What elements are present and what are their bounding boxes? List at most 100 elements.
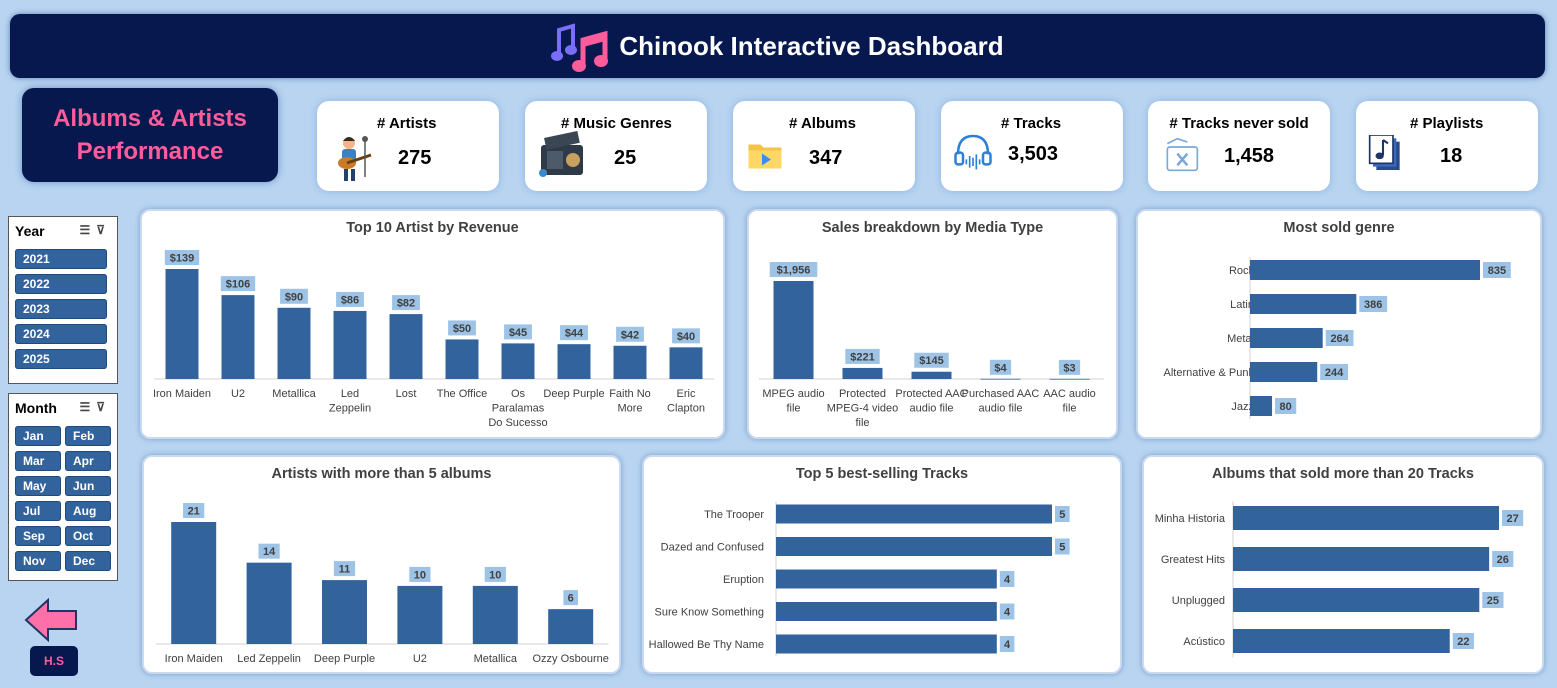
category-label: Protected: [839, 388, 886, 400]
data-label: 22: [1457, 636, 1469, 648]
data-label: 25: [1487, 595, 1499, 607]
category-label: Zeppelin: [329, 403, 371, 415]
data-label: 4: [1004, 639, 1011, 651]
month-dec-button[interactable]: Dec: [65, 551, 111, 571]
category-label: Metallica: [474, 653, 518, 665]
category-label: The Office: [437, 388, 488, 400]
category-label: audio file: [978, 403, 1022, 415]
category-label: Eruption: [723, 574, 764, 586]
month-jul-button[interactable]: Jul: [15, 501, 61, 521]
year-2021-button[interactable]: 2021: [15, 249, 107, 269]
category-label: Faith No: [609, 388, 651, 400]
category-label: file: [855, 417, 869, 429]
kpi-label: # Tracks: [1001, 115, 1062, 132]
media-folder-icon: [748, 144, 782, 169]
category-label: audio file: [909, 403, 953, 415]
playlist-icon: [1368, 135, 1400, 170]
year-2025-button[interactable]: 2025: [15, 349, 107, 369]
dashboard-header: Chinook Interactive Dashboard: [10, 14, 1545, 78]
kpi-tracks: # Tracks 3,503: [941, 101, 1123, 191]
data-label: $139: [170, 253, 194, 265]
month-mar-button[interactable]: Mar: [15, 451, 61, 471]
bar: [776, 569, 997, 589]
bar: [1250, 328, 1323, 348]
category-label: Protected AAC: [895, 388, 967, 400]
bar: [472, 585, 518, 644]
data-label: 5: [1059, 542, 1065, 554]
dashboard-title: Chinook Interactive Dashboard: [619, 30, 1004, 61]
guitar-player-icon: [338, 136, 372, 181]
data-label: 244: [1325, 367, 1344, 379]
data-label: 386: [1364, 299, 1382, 311]
month-nov-button[interactable]: Nov: [15, 551, 61, 571]
data-label: 835: [1488, 265, 1506, 277]
data-label: $50: [453, 323, 471, 335]
data-label: $221: [850, 351, 874, 363]
chart-top10-artists: Top 10 Artist by Revenue $139 Iron Maiden…: [140, 209, 725, 439]
kpi-value: 18: [1440, 145, 1463, 167]
clear-filter-icon[interactable]: ⊽: [96, 223, 111, 237]
chart-tracks-svg: The Trooper 5 Dazed and Confused 5 Eruption 4…: [649, 501, 1070, 657]
bar: [1233, 506, 1499, 530]
category-label: Iron Maiden: [165, 653, 223, 665]
category-label: Metal: [1227, 333, 1254, 345]
multi-select-icon[interactable]: ☰: [79, 400, 96, 414]
data-label: $106: [226, 279, 250, 291]
headphones-icon: [954, 134, 992, 170]
month-aug-button[interactable]: Aug: [65, 501, 111, 521]
year-2024-button[interactable]: 2024: [15, 324, 107, 344]
bar: [613, 345, 647, 379]
no-music-icon: [1166, 137, 1199, 172]
bar: [776, 634, 997, 654]
data-label: $45: [509, 327, 527, 339]
category-label: Clapton: [667, 403, 705, 415]
category-label: Acústico: [1183, 636, 1225, 648]
bar: [246, 562, 292, 644]
data-label: 27: [1506, 513, 1518, 525]
bar: [1233, 547, 1490, 571]
bar: [277, 307, 311, 379]
category-label: Do Sucesso: [488, 417, 547, 429]
category-label: AAC audio: [1043, 388, 1096, 400]
category-label: The Trooper: [704, 509, 764, 521]
data-label: $82: [397, 298, 415, 310]
year-2023-button[interactable]: 2023: [15, 299, 107, 319]
data-label: $1,956: [777, 265, 811, 277]
month-feb-button[interactable]: Feb: [65, 426, 111, 446]
bar: [980, 378, 1021, 380]
back-arrow-icon[interactable]: [24, 598, 78, 642]
category-label: MPEG audio: [762, 388, 824, 400]
kpi-label: # Tracks never sold: [1169, 115, 1309, 132]
month-may-button[interactable]: May: [15, 476, 61, 496]
category-label: Led: [341, 388, 359, 400]
category-label: Ozzy Osbourne: [532, 653, 608, 665]
month-apr-button[interactable]: Apr: [65, 451, 111, 471]
chart-best-selling-tracks: Top 5 best-selling Tracks The Trooper 5 Da…: [642, 455, 1122, 674]
clear-filter-icon[interactable]: ⊽: [96, 400, 111, 414]
bar: [389, 314, 423, 379]
category-label: Dazed and Confused: [661, 542, 764, 554]
radio-icon: [539, 131, 583, 177]
year-2022-button[interactable]: 2022: [15, 274, 107, 294]
month-sep-button[interactable]: Sep: [15, 526, 61, 546]
data-label: $90: [285, 291, 303, 303]
chart-most-sold-genre: Most sold genre Rock 835 Latin 386 Metal 264 A…: [1136, 209, 1542, 439]
multi-select-icon[interactable]: ☰: [79, 223, 96, 237]
month-jun-button[interactable]: Jun: [65, 476, 111, 496]
month-oct-button[interactable]: Oct: [65, 526, 111, 546]
section-title-line1: Albums & Artists: [53, 105, 247, 132]
data-label: 10: [414, 569, 426, 581]
chart-albums-20-tracks: Albums that sold more than 20 Tracks Min…: [1142, 455, 1544, 674]
data-label: $44: [565, 328, 584, 340]
month-jan-button[interactable]: Jan: [15, 426, 61, 446]
bar: [1250, 294, 1357, 314]
hs-button[interactable]: H.S: [30, 646, 78, 676]
category-label: Lost: [396, 388, 417, 400]
data-label: 4: [1004, 574, 1011, 586]
bar: [322, 580, 367, 644]
year-slicer-header: Year ☰⊽: [9, 217, 117, 245]
bar: [1250, 362, 1318, 382]
chart-media-type: Sales breakdown by Media Type $1,956 MPEG…: [747, 209, 1118, 439]
kpi-artists: # Artists 275: [317, 101, 499, 191]
kpi-value: 275: [398, 147, 432, 169]
